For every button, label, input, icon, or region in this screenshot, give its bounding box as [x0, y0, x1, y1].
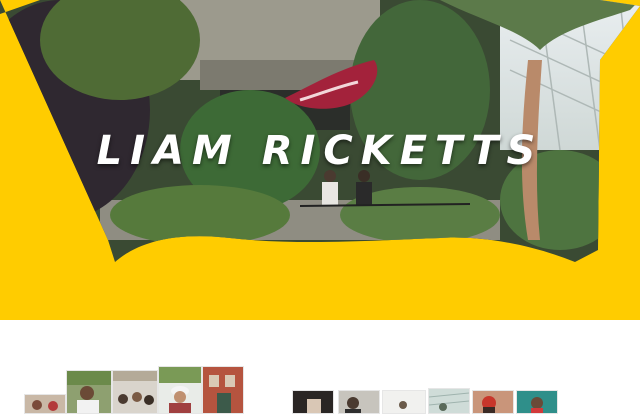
photo-icon	[203, 367, 243, 413]
gallery-thumb[interactable]	[202, 366, 244, 414]
gallery-thumb[interactable]	[158, 366, 202, 414]
gallery-thumb[interactable]	[292, 390, 334, 414]
photo-icon	[293, 391, 333, 413]
gallery-thumb[interactable]	[66, 370, 112, 414]
photo-icon	[67, 371, 111, 413]
hero-banner: LIAM RICKETTS	[0, 0, 640, 320]
gallery-thumb[interactable]	[382, 390, 426, 414]
gallery-thumb[interactable]	[428, 388, 470, 414]
gallery-thumb[interactable]	[516, 390, 558, 414]
photo-icon	[159, 367, 201, 413]
gallery-thumb[interactable]	[24, 394, 66, 414]
photo-icon	[517, 391, 557, 413]
photo-icon	[473, 391, 513, 413]
gallery-thumb[interactable]	[112, 370, 158, 414]
photo-icon	[339, 391, 379, 413]
photo-icon	[383, 391, 425, 413]
gallery-thumb[interactable]	[338, 390, 380, 414]
photo-icon	[25, 395, 65, 413]
gallery-section	[0, 320, 640, 414]
gallery-thumb[interactable]	[472, 390, 514, 414]
hero-title: LIAM RICKETTS	[96, 128, 544, 174]
photo-icon	[113, 371, 157, 413]
photo-icon	[429, 389, 469, 413]
